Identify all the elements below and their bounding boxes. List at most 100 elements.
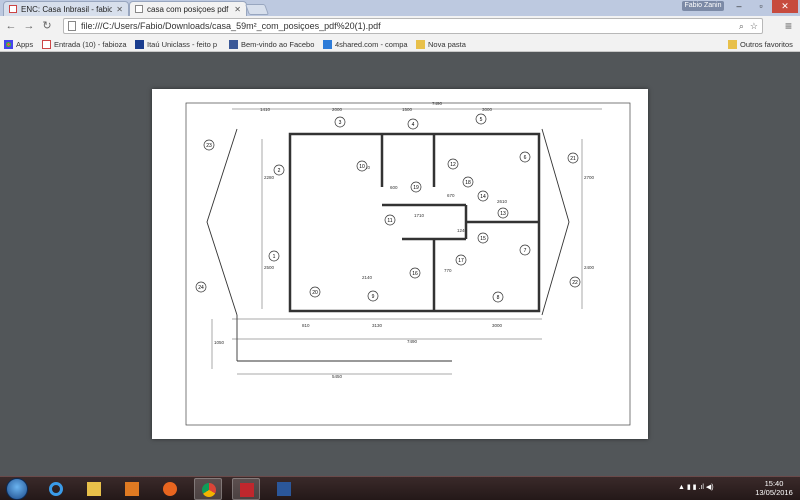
dim-text: 2140 (362, 275, 373, 280)
svg-text:3: 3 (339, 120, 342, 126)
callout: 18 (462, 176, 474, 188)
callout: 2 (273, 164, 285, 176)
bookmark-4shared[interactable]: 4shared.com - compa (323, 38, 408, 50)
folder-icon (416, 39, 425, 49)
taskbar-firefox[interactable] (156, 478, 184, 500)
new-tab-button[interactable] (244, 4, 270, 15)
apps-icon (4, 39, 13, 49)
callout: 20 (309, 286, 321, 298)
svg-text:10: 10 (359, 164, 365, 170)
svg-text:16: 16 (412, 271, 418, 277)
close-icon[interactable]: ✕ (116, 5, 123, 14)
taskbar-pdf[interactable] (232, 478, 260, 500)
bookmark-gmail[interactable]: Entrada (10) - fabioza (42, 38, 127, 50)
floor-plan: 1410 2000 1500 3000 7490 2280 2500 2140 … (185, 101, 631, 426)
pdf-page: 1410 2000 1500 3000 7490 2280 2500 2140 … (152, 89, 648, 439)
browser-toolbar: ← → ↻ file:///C:/Users/Fabio/Downloads/c… (0, 16, 800, 36)
svg-text:4: 4 (412, 122, 415, 128)
callout: 8 (492, 291, 504, 303)
callout: 6 (519, 151, 531, 163)
dim-text: 1500 (402, 107, 413, 112)
roof-lines (206, 128, 570, 362)
taskbar-word[interactable] (270, 478, 298, 500)
system-tray[interactable]: ▲ ▮ ▮ .ıl ◀) (678, 483, 714, 491)
taskbar-explorer[interactable] (80, 478, 108, 500)
svg-text:18: 18 (465, 180, 471, 186)
walls (288, 132, 541, 313)
menu-icon[interactable]: ≡ (785, 19, 792, 33)
gmail-icon (9, 5, 17, 13)
callout: 3 (334, 116, 346, 128)
reload-button[interactable]: ↻ (40, 19, 54, 33)
dim-text: 770 (444, 268, 452, 273)
search-icon[interactable]: ⌕ (739, 21, 744, 32)
dim-text: 1410 (260, 107, 271, 112)
dim-text: 3000 (492, 323, 503, 328)
callout: 12 (447, 158, 459, 170)
svg-text:11: 11 (387, 218, 392, 224)
4shared-icon (323, 39, 332, 49)
close-icon[interactable]: ✕ (234, 5, 241, 14)
bookmarks-bar: Apps Entrada (10) - fabioza Itaú Uniclas… (0, 36, 800, 52)
svg-text:23: 23 (206, 143, 212, 149)
minimize-button[interactable]: – (728, 0, 750, 13)
svg-text:7: 7 (524, 248, 527, 254)
dim-text: 600 (390, 185, 398, 190)
gmail-icon (42, 39, 51, 49)
star-icon[interactable]: ☆ (750, 21, 758, 32)
bookmark-apps[interactable]: Apps (4, 38, 33, 50)
callout: 4 (407, 118, 419, 130)
bookmark-other[interactable]: Outros favoritos (728, 38, 793, 50)
svg-text:6: 6 (524, 155, 527, 161)
taskbar-media[interactable] (118, 478, 146, 500)
dim-text: 7490 (407, 339, 418, 344)
callout: 21 (567, 152, 579, 164)
bookmark-folder[interactable]: Nova pasta (416, 38, 466, 50)
page-icon (135, 5, 143, 13)
svg-text:19: 19 (413, 185, 419, 191)
forward-button[interactable]: → (22, 19, 36, 33)
svg-text:24: 24 (198, 285, 204, 291)
callout: 10 (356, 160, 368, 172)
callout: 15 (477, 232, 489, 244)
window-close-button[interactable]: ✕ (772, 0, 798, 13)
address-url: file:///C:/Users/Fabio/Downloads/casa_59… (81, 21, 381, 31)
taskbar: ▲ ▮ ▮ .ıl ◀) 15:40 13/05/2016 (0, 476, 800, 500)
dim-text: 2000 (332, 107, 343, 112)
maximize-button[interactable]: ▫ (750, 0, 772, 13)
back-button[interactable]: ← (4, 19, 18, 33)
callout: 14 (477, 190, 489, 202)
bookmark-itau[interactable]: Itaú Uniclass - feito p (135, 38, 217, 50)
dim-text: 1050 (214, 340, 225, 345)
chrome-icon (202, 483, 216, 497)
itau-icon (135, 39, 144, 49)
svg-text:17: 17 (458, 258, 464, 264)
tab-gmail[interactable]: ENC: Casa Inbrasil - fabioz ✕ (3, 1, 129, 16)
dimension-lines (211, 108, 602, 375)
dim-text: 7490 (432, 101, 443, 106)
svg-text:9: 9 (372, 294, 375, 300)
pdf-viewer[interactable]: 1410 2000 1500 3000 7490 2280 2500 2140 … (0, 53, 800, 476)
svg-text:15: 15 (480, 236, 486, 242)
callout: 7 (519, 244, 531, 256)
taskbar-chrome[interactable] (194, 478, 222, 500)
dim-text: 5450 (332, 374, 343, 379)
folder-icon (728, 39, 737, 49)
dim-text: 1710 (414, 213, 425, 218)
dim-text: 670 (447, 193, 455, 198)
dim-text: 2280 (264, 175, 275, 180)
frame-border (185, 102, 631, 426)
clock[interactable]: 15:40 13/05/2016 (754, 479, 794, 497)
user-profile-button[interactable]: Fabio Zanin (682, 1, 724, 11)
taskbar-ie[interactable] (42, 478, 70, 500)
dim-text: 2700 (584, 175, 595, 180)
svg-text:1: 1 (273, 254, 276, 260)
facebook-icon (229, 39, 238, 49)
svg-text:2: 2 (278, 168, 281, 174)
start-button[interactable] (6, 478, 28, 500)
tab-pdf[interactable]: casa com posiçoes pdf ✕ (129, 1, 247, 16)
address-bar[interactable]: file:///C:/Users/Fabio/Downloads/casa_59… (63, 18, 763, 34)
bookmark-facebook[interactable]: Bem-vindo ao Facebo (229, 38, 314, 50)
word-icon (277, 482, 291, 496)
svg-text:21: 21 (570, 156, 576, 162)
